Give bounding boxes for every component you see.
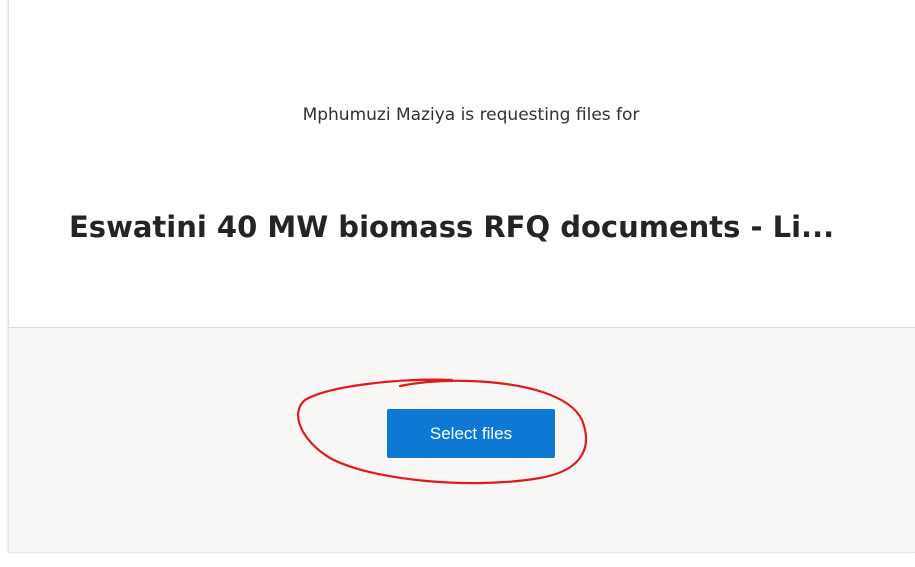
file-request-card: Mphumuzi Maziya is requesting files for … [8,0,915,553]
request-header: Mphumuzi Maziya is requesting files for … [9,0,915,328]
file-request-page: Mphumuzi Maziya is requesting files for … [0,0,915,567]
select-files-button[interactable]: Select files [387,409,555,458]
requester-line: Mphumuzi Maziya is requesting files for [302,105,640,125]
request-title: Eswatini 40 MW biomass RFQ documents - L… [69,210,835,244]
upload-area: Select files [9,328,915,553]
